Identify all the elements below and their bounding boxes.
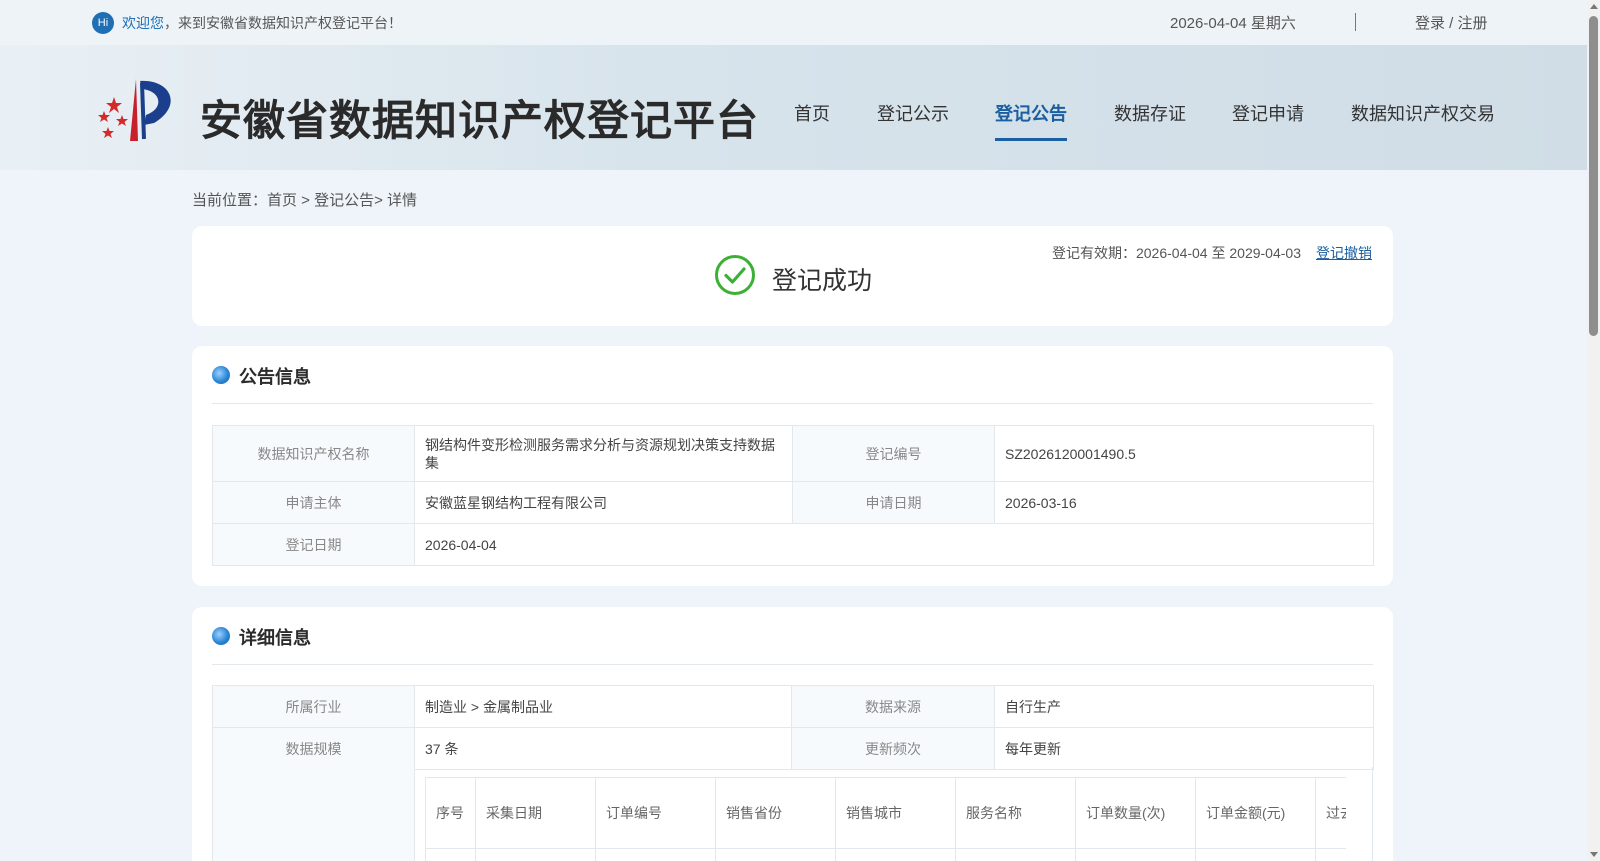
welcome-text: ，来到安徽省数据知识产权登记平台！ bbox=[164, 15, 402, 31]
site-title: 安徽省数据知识产权登记平台 bbox=[200, 96, 760, 145]
table-cell bbox=[835, 848, 956, 861]
col-header-order-qty: 订单数量(次) bbox=[1075, 777, 1196, 849]
current-date: 2026-04-04 星期六 bbox=[1170, 15, 1296, 32]
reg-no-value: SZ2026120001490.5 bbox=[994, 425, 1374, 482]
scroll-down-icon[interactable] bbox=[1590, 852, 1598, 857]
applicant-label: 申请主体 bbox=[212, 481, 415, 524]
nav-data-evidence[interactable]: 数据存证 bbox=[1114, 100, 1186, 126]
page-scrollbar[interactable] bbox=[1587, 0, 1600, 861]
section-bullet-icon bbox=[212, 627, 230, 645]
scroll-up-icon[interactable] bbox=[1590, 4, 1598, 9]
status-text: 登记成功 bbox=[772, 267, 873, 295]
col-header-collect-date: 采集日期 bbox=[475, 777, 596, 849]
platform-logo-icon bbox=[98, 79, 171, 141]
source-label: 数据来源 bbox=[791, 685, 995, 728]
table-cell bbox=[715, 848, 836, 861]
detail-info-card: 详细信息 所属行业 制造业 > 金属制品业 数据来源 自行生产 数据规模 37 … bbox=[192, 607, 1393, 861]
ip-name-value: 钢结构件变形检测服务需求分析与资源规划决策支持数据集 bbox=[414, 425, 793, 482]
col-header-order-no: 订单编号 bbox=[595, 777, 716, 849]
table-row bbox=[425, 848, 1346, 861]
welcome-accent: 欢迎您 bbox=[122, 15, 164, 31]
reg-date-label: 登记日期 bbox=[212, 523, 415, 566]
active-nav-indicator bbox=[995, 138, 1067, 141]
section-divider bbox=[212, 664, 1373, 665]
hi-icon: Hi bbox=[92, 12, 114, 34]
industry-label: 所属行业 bbox=[212, 685, 415, 728]
col-header-city: 销售城市 bbox=[835, 777, 956, 849]
col-header-order-amount: 订单金额(元) bbox=[1195, 777, 1316, 849]
col-header-past-demand: 过去需求量 bbox=[1315, 777, 1346, 849]
scale-label: 数据规模 bbox=[212, 727, 415, 770]
login-register-link[interactable]: 登录 / 注册 bbox=[1415, 12, 1488, 33]
registration-status-card: 登记成功 登记有效期：2026-04-04 至 2029-04-03 登记撤销 bbox=[192, 226, 1393, 326]
reg-date-value: 2026-04-04 bbox=[414, 523, 1374, 566]
source-value: 自行生产 bbox=[994, 685, 1374, 728]
ip-name-label: 数据知识产权名称 bbox=[212, 425, 415, 482]
success-check-icon bbox=[715, 255, 755, 295]
frequency-value: 每年更新 bbox=[994, 727, 1374, 770]
applicant-value: 安徽蓝星钢结构工程有限公司 bbox=[414, 481, 793, 524]
breadcrumb: 当前位置：首页 > 登记公告> 详情 bbox=[192, 192, 418, 209]
revoke-registration-link[interactable]: 登记撤销 bbox=[1316, 243, 1372, 263]
table-cell bbox=[475, 848, 596, 861]
col-header-province: 销售省份 bbox=[715, 777, 836, 849]
col-header-index: 序号 bbox=[425, 777, 476, 849]
table-cell bbox=[595, 848, 716, 861]
col-header-service-name: 服务名称 bbox=[955, 777, 1076, 849]
nav-ip-trading[interactable]: 数据知识产权交易 bbox=[1351, 100, 1495, 126]
validity-period: 登记有效期：2026-04-04 至 2029-04-03 bbox=[1051, 245, 1301, 261]
scrollbar-thumb[interactable] bbox=[1589, 16, 1598, 336]
sample-data-row: 序号 采集日期 订单编号 销售省份 销售城市 服务名称 订单数量(次) 订单金额… bbox=[212, 767, 1373, 861]
frequency-label: 更新频次 bbox=[791, 727, 995, 770]
divider bbox=[1355, 13, 1356, 31]
sample-data-label-cell bbox=[213, 767, 415, 861]
scale-value: 37 条 bbox=[414, 727, 792, 770]
section-title: 公告信息 bbox=[239, 367, 311, 387]
announcement-table: 数据知识产权名称 钢结构件变形检测服务需求分析与资源规划决策支持数据集 登记编号… bbox=[212, 425, 1374, 566]
announcement-info-card: 公告信息 数据知识产权名称 钢结构件变形检测服务需求分析与资源规划决策支持数据集… bbox=[192, 346, 1393, 586]
nav-registration-application[interactable]: 登记申请 bbox=[1232, 100, 1304, 126]
table-cell bbox=[1195, 848, 1316, 861]
apply-date-value: 2026-03-16 bbox=[994, 481, 1374, 524]
sample-table-scroll-area[interactable]: 序号 采集日期 订单编号 销售省份 销售城市 服务名称 订单数量(次) 订单金额… bbox=[425, 777, 1346, 861]
nav-registration-publicity[interactable]: 登记公示 bbox=[877, 100, 949, 126]
detail-table: 所属行业 制造业 > 金属制品业 数据来源 自行生产 数据规模 37 条 更新频… bbox=[212, 685, 1374, 770]
table-cell bbox=[1315, 848, 1346, 861]
nav-home[interactable]: 首页 bbox=[794, 100, 830, 126]
apply-date-label: 申请日期 bbox=[792, 481, 995, 524]
reg-no-label: 登记编号 bbox=[792, 425, 995, 482]
site-header: 安徽省数据知识产权登记平台 首页 登记公示 登记公告 数据存证 登记申请 数据知… bbox=[0, 45, 1587, 170]
nav-registration-announcement[interactable]: 登记公告 bbox=[995, 100, 1067, 126]
section-bullet-icon bbox=[212, 366, 230, 384]
top-bar: Hi 欢迎您，来到安徽省数据知识产权登记平台！ 2026-04-04 星期六 登… bbox=[0, 0, 1587, 45]
sample-data-table: 序号 采集日期 订单编号 销售省份 销售城市 服务名称 订单数量(次) 订单金额… bbox=[425, 777, 1346, 861]
section-divider bbox=[212, 403, 1373, 404]
industry-value: 制造业 > 金属制品业 bbox=[414, 685, 792, 728]
table-cell bbox=[425, 848, 476, 861]
table-cell bbox=[1075, 848, 1196, 861]
section-title: 详细信息 bbox=[239, 628, 311, 648]
welcome-message: 欢迎您，来到安徽省数据知识产权登记平台！ bbox=[122, 13, 402, 33]
table-cell bbox=[955, 848, 1076, 861]
